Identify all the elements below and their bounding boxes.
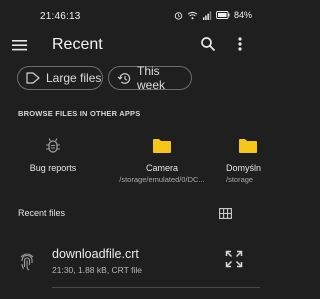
search-icon[interactable] (200, 36, 216, 52)
file-meta: 21:30, 1.88 kB, CRT file (52, 265, 142, 275)
alarm-icon (174, 11, 183, 20)
browse-section-label: BROWSE FILES IN OTHER APPS (18, 109, 141, 118)
fingerprint-icon (18, 250, 36, 272)
bug-icon (46, 138, 60, 153)
file-name: downloadfile.crt (52, 247, 139, 261)
divider (52, 287, 260, 288)
grid-view-icon[interactable] (219, 206, 232, 219)
status-bar: 21:46:13 84% (0, 0, 260, 30)
page-title: Recent (52, 36, 103, 53)
app-tile-domyslne[interactable]: Domyśln /storage (226, 134, 286, 184)
app-tile-name: Bug reports (29, 163, 77, 173)
history-icon (117, 72, 131, 84)
wifi-icon (187, 11, 198, 20)
label-tag-icon (26, 72, 40, 84)
expand-icon[interactable] (225, 250, 243, 268)
app-bar: Recent (0, 30, 260, 60)
app-tile-camera[interactable]: Camera /storage/emulated/0/DC... (108, 134, 216, 184)
app-tile-path: /storage (226, 175, 254, 184)
battery-percent: 84% (233, 10, 252, 20)
app-tile-path: /storage/emulated/0/DC... (119, 175, 205, 184)
folder-icon (239, 139, 257, 153)
status-icons: 84% (174, 10, 252, 20)
app-tile-name: Domyśln (226, 163, 262, 173)
list-item[interactable]: downloadfile.crt 21:30, 1.88 kB, CRT fil… (0, 240, 260, 284)
large-files-chip[interactable]: Large files (17, 66, 103, 90)
this-week-chip[interactable]: This week (108, 64, 192, 92)
status-time: 21:46:13 (40, 11, 81, 22)
more-vert-icon[interactable] (234, 36, 246, 52)
app-tile-bug-reports[interactable]: Bug reports (22, 134, 84, 173)
large-files-chip-label: Large files (46, 71, 102, 85)
battery-icon (216, 11, 230, 19)
recent-files-label: Recent files (18, 208, 66, 218)
signal-icon (202, 10, 212, 20)
this-week-chip-label: This week (137, 64, 166, 92)
hamburger-menu-icon[interactable] (12, 38, 28, 52)
app-tile-name: Camera (145, 163, 178, 173)
folder-icon (153, 139, 171, 153)
